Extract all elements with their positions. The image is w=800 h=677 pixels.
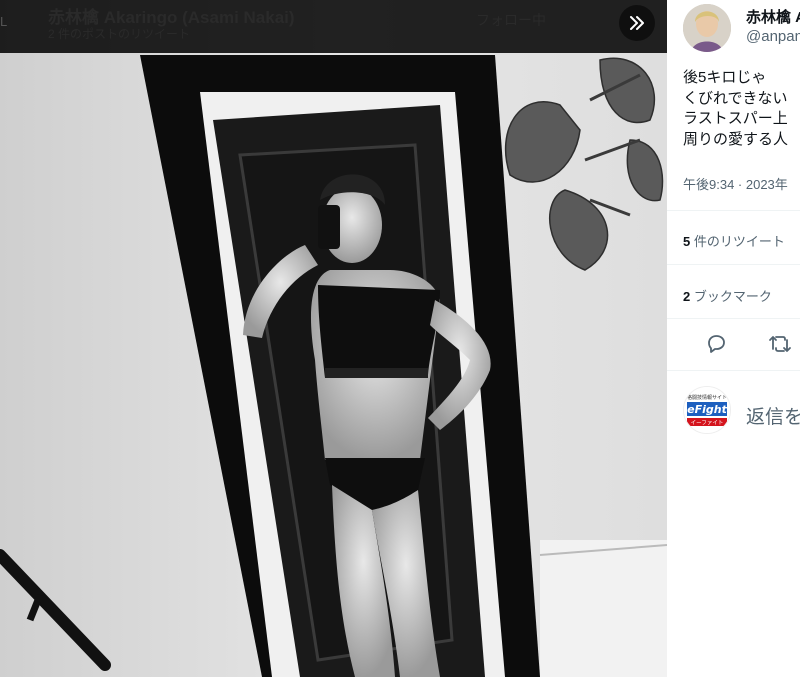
tweet-text-line: くびれできない [683, 89, 788, 107]
bookmark-count-label: ブックマーク [693, 289, 772, 304]
tweet-text-line: 周りの愛する人 [683, 130, 789, 148]
divider [667, 370, 800, 371]
retweet-count-number: 5 [683, 234, 691, 249]
viewer-repost-subtitle: 2 件のポストのリツイート [48, 27, 191, 41]
svg-text:イーファイト: イーファイト [691, 420, 724, 427]
tweet-text-line: 後5キロじゃ [683, 69, 767, 86]
following-button[interactable]: フォロー中 [446, 6, 576, 34]
reply-user-avatar[interactable]: 格闘技情報サイト eFight イーファイト [683, 386, 731, 434]
author-handle[interactable]: @anpan [746, 28, 800, 45]
mirror-selfie-photo [0, 0, 667, 677]
svg-text:格闘技情報サイト: 格闘技情報サイト [687, 394, 727, 401]
author-avatar[interactable] [683, 4, 731, 52]
retweet-count[interactable]: 5 件のリツイート [683, 231, 785, 250]
avatar-image [683, 4, 731, 52]
tweet-detail-panel: 赤林檎 A @anpan 後5キロじゃ くびれできない ラストスパー上 周りの愛… [667, 0, 800, 677]
bookmark-count[interactable]: 2 ブックマーク [683, 286, 772, 305]
back-edge-label: L [0, 14, 8, 29]
divider [667, 264, 800, 265]
expand-panel-button[interactable] [619, 5, 655, 41]
reply-icon[interactable] [705, 333, 727, 355]
author-name[interactable]: 赤林檎 A [746, 6, 800, 27]
tweet-text-line: ラストスパー上 [683, 110, 788, 127]
divider [667, 210, 800, 211]
efight-logo: 格闘技情報サイト eFight イーファイト [684, 387, 730, 433]
bookmark-count-number: 2 [683, 289, 691, 304]
tweet-text: 後5キロじゃ くびれできない ラストスパー上 周りの愛する人 [683, 68, 788, 150]
retweet-icon[interactable] [768, 333, 794, 355]
reply-input[interactable]: 返信を [746, 402, 800, 429]
double-chevron-right-icon [630, 16, 644, 30]
retweet-count-label: 件のリツイート [693, 234, 785, 249]
viewer-top-bar: L 赤林檎 Akaringo (Asami Nakai) 2 件のポストのリツイ… [0, 0, 667, 53]
tweet-timestamp[interactable]: 午後9:34 · 2023年 [683, 174, 788, 193]
media-viewer: L 赤林檎 Akaringo (Asami Nakai) 2 件のポストのリツイ… [0, 0, 667, 677]
divider [667, 318, 800, 319]
svg-text:eFight: eFight [687, 403, 727, 416]
